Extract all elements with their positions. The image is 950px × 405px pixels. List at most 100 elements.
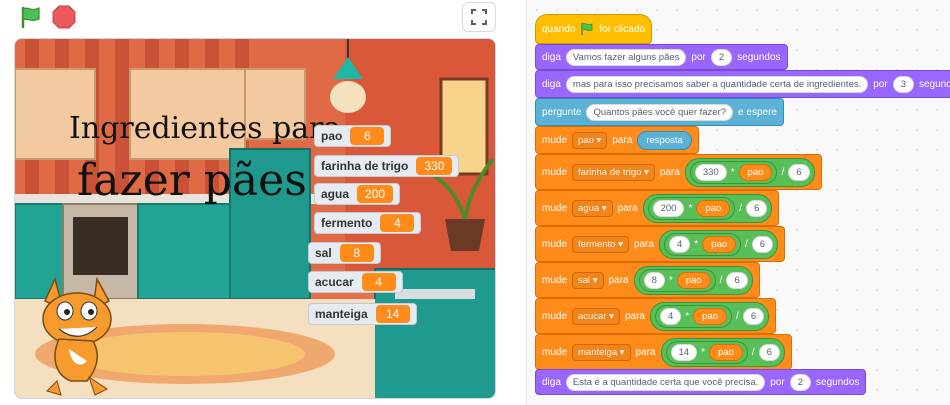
variable-dropdown[interactable]: sal ▾	[572, 271, 604, 289]
block-text: para	[659, 166, 680, 178]
monitor-value: 14	[375, 305, 410, 323]
answer-reporter[interactable]: resposta	[637, 130, 692, 150]
monitor-value: 4	[361, 273, 396, 291]
variable-reporter[interactable]: pao	[709, 343, 743, 361]
monitor-manteiga[interactable]: manteiga 14	[308, 303, 417, 325]
number-input[interactable]: 2	[789, 373, 812, 391]
variable-reporter[interactable]: pao	[696, 199, 731, 217]
variable-dropdown[interactable]: pao ▾	[572, 131, 608, 149]
when-flag-clicked-block[interactable]: quando for clicado	[535, 14, 652, 44]
operator-symbol: /	[751, 346, 755, 358]
number-input[interactable]: 4	[659, 307, 682, 325]
number-input[interactable]: 14	[670, 343, 698, 361]
green-flag-icon[interactable]	[18, 5, 44, 29]
say-for-secs-block[interactable]: diga mas para isso precisamos saber a qu…	[535, 70, 950, 98]
say-for-secs-block[interactable]: diga Vamos fazer alguns pães por 2 segun…	[535, 44, 788, 70]
number-input[interactable]: 6	[726, 271, 748, 289]
variable-reporter[interactable]: pao	[676, 271, 711, 289]
operator-symbol: *	[688, 202, 693, 214]
block-text: para	[608, 274, 629, 286]
block-text: para	[635, 346, 656, 358]
block-text: para	[617, 202, 638, 214]
monitor-label: manteiga	[315, 307, 368, 321]
variable-dropdown[interactable]: farinha de trigo ▾	[572, 163, 655, 181]
variable-dropdown[interactable]: acucar ▾	[572, 307, 620, 325]
set-variable-block[interactable]: mude agua ▾ para 200 * pao/6	[535, 190, 780, 226]
text-input[interactable]: mas para isso precisamos saber a quantid…	[565, 75, 869, 93]
number-input[interactable]: 200	[652, 199, 685, 217]
number-input[interactable]: 3	[892, 75, 914, 93]
green-flag-icon	[581, 23, 593, 35]
multiply-operator[interactable]: 200 * pao	[647, 196, 736, 220]
code-area[interactable]: quando for clicado diga Vamos fazer algu…	[526, 0, 950, 405]
divide-operator[interactable]: 200 * pao/6	[642, 193, 773, 223]
say-for-secs-block[interactable]: diga Esta é a quantidade certa que você …	[535, 369, 867, 395]
block-text: por	[770, 376, 785, 388]
monitor-acucar[interactable]: acucar 4	[308, 271, 403, 293]
variable-reporter[interactable]: pao	[702, 235, 737, 253]
block-text: for clicado	[599, 23, 645, 35]
multiply-operator[interactable]: 4 * pao	[663, 232, 742, 256]
divide-operator[interactable]: 8 * pao/6	[633, 265, 753, 295]
divide-operator[interactable]: 4 * pao/6	[658, 229, 779, 259]
number-input[interactable]: 6	[751, 235, 774, 253]
multiply-operator[interactable]: 8 * pao	[638, 268, 716, 292]
variable-reporter[interactable]: pao	[693, 307, 728, 325]
variable-dropdown[interactable]: manteiga ▾	[572, 343, 631, 361]
number-input[interactable]: 330	[694, 163, 727, 181]
ask-and-wait-block[interactable]: pergunte Quantos pães você quer fazer? e…	[535, 98, 784, 126]
variable-reporter[interactable]: pao	[738, 163, 773, 181]
number-input[interactable]: 6	[788, 163, 810, 181]
operator-symbol: /	[745, 238, 748, 250]
divide-operator[interactable]: 330 * pao/6	[684, 157, 815, 187]
monitor-pao[interactable]: pao 6	[314, 125, 392, 147]
monitor-label: sal	[315, 246, 332, 260]
multiply-operator[interactable]: 330 * pao	[689, 160, 778, 184]
divide-operator[interactable]: 4 * pao/6	[649, 301, 770, 331]
variable-dropdown[interactable]: agua ▾	[572, 199, 613, 217]
number-input[interactable]: 2	[710, 48, 733, 66]
set-variable-block[interactable]: mude acucar ▾ para 4 * pao/6	[535, 298, 777, 334]
stage-title-line1: Ingredientes para	[69, 111, 342, 146]
monitor-farinha-de-trigo[interactable]: farinha de trigo 330	[314, 155, 460, 177]
block-text: segundos	[919, 78, 950, 90]
fullscreen-icon[interactable]	[462, 2, 496, 32]
multiply-operator[interactable]: 4 * pao	[654, 304, 733, 328]
number-input[interactable]: 4	[668, 235, 691, 253]
stage-canvas[interactable]: Ingredientes para fazer pães pao 6 farin…	[14, 38, 496, 399]
text-input[interactable]: Esta é a quantidade certa que você preci…	[565, 373, 766, 391]
monitor-label: fermento	[321, 216, 373, 230]
block-text: para	[624, 310, 645, 322]
block-text: para	[633, 238, 654, 250]
monitor-label: pao	[321, 129, 343, 143]
monitor-value: 8	[339, 244, 374, 262]
set-variable-block[interactable]: mude manteiga ▾ para 14 * pao/6	[535, 334, 792, 370]
kitchen-backdrop	[15, 39, 495, 398]
monitor-label: acucar	[315, 275, 354, 289]
monitor-agua[interactable]: agua 200	[314, 183, 401, 205]
operator-symbol: *	[694, 238, 699, 250]
multiply-operator[interactable]: 14 * pao	[665, 340, 748, 364]
divide-operator[interactable]: 14 * pao/6	[660, 337, 785, 367]
variable-dropdown[interactable]: fermento ▾	[572, 235, 629, 253]
text-input[interactable]: Quantos pães você quer fazer?	[586, 103, 734, 121]
number-input[interactable]: 6	[742, 307, 765, 325]
monitor-label: farinha de trigo	[321, 159, 409, 173]
block-text: diga	[542, 376, 561, 388]
set-variable-block[interactable]: mude pao ▾ para resposta	[535, 126, 699, 154]
text-input[interactable]: Vamos fazer alguns pães	[565, 48, 687, 66]
number-input[interactable]: 6	[746, 199, 768, 217]
block-text: mude	[542, 310, 568, 322]
number-input[interactable]: 6	[758, 343, 780, 361]
stop-icon[interactable]	[52, 5, 76, 29]
monitor-fermento[interactable]: fermento 4	[314, 212, 422, 234]
set-variable-block[interactable]: mude fermento ▾ para 4 * pao/6	[535, 226, 786, 262]
set-variable-block[interactable]: mude sal ▾ para 8 * pao/6	[535, 262, 760, 298]
monitor-sal[interactable]: sal 8	[308, 242, 381, 264]
block-text: por	[873, 78, 888, 90]
set-variable-block[interactable]: mude farinha de trigo ▾ para 330 * pao/6	[535, 154, 822, 190]
block-text: mude	[542, 166, 568, 178]
monitor-value: 6	[350, 127, 385, 145]
number-input[interactable]: 8	[643, 271, 665, 289]
block-text: segundos	[816, 376, 860, 388]
